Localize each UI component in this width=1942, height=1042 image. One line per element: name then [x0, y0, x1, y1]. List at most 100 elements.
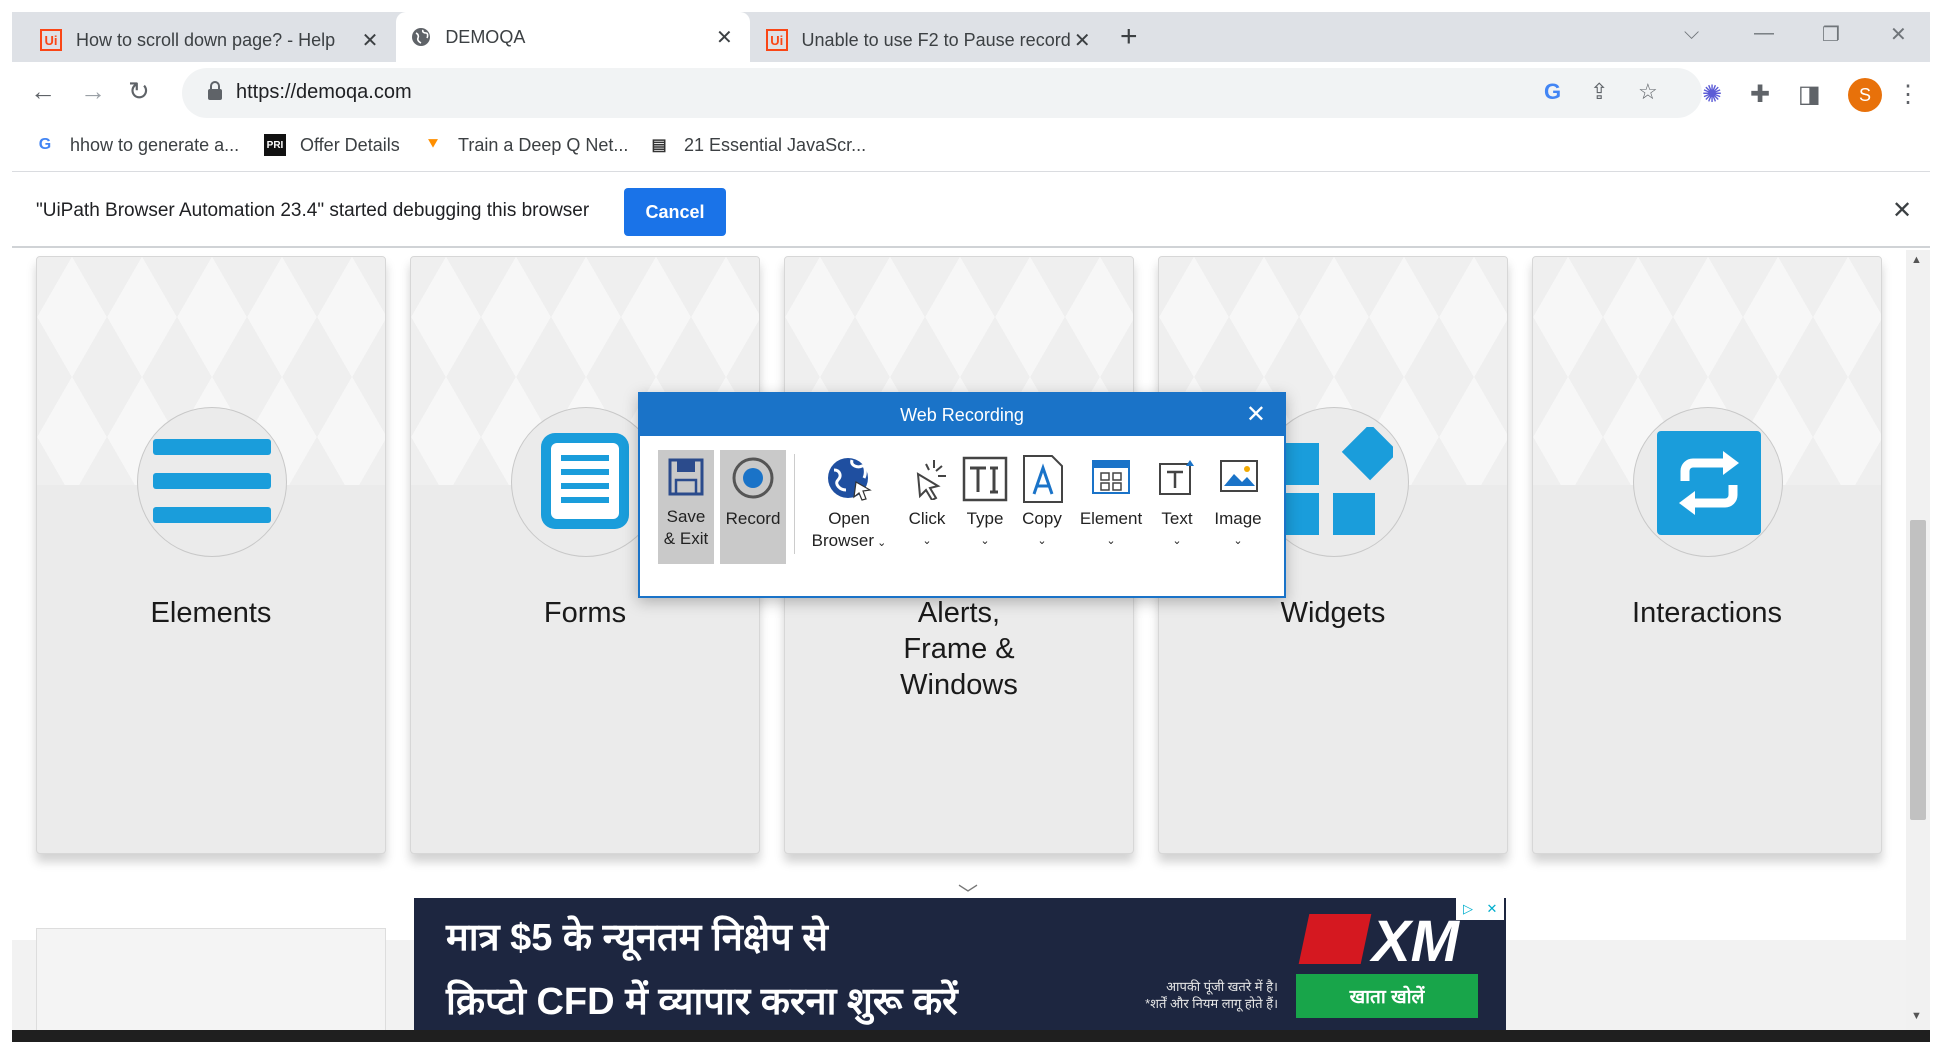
close-icon[interactable]: ✕: [358, 28, 382, 53]
button-label: Browser: [811, 531, 875, 550]
globe-cursor-icon: [828, 458, 872, 501]
button-label: Record: [725, 509, 781, 528]
save-exit-button[interactable]: Save & Exit: [658, 450, 714, 564]
dialog-title: Web Recording: [640, 394, 1284, 436]
button-label: Image: [1214, 509, 1262, 528]
caret-down-icon: ⌄: [1172, 535, 1182, 547]
ad-disclaimer-line: आपकी पूंजी खतरे में है।: [1166, 979, 1278, 994]
record-button[interactable]: Record: [720, 450, 786, 564]
ad-choices[interactable]: ▷ ✕: [1456, 898, 1504, 920]
bookmark-item[interactable]: G hhow to generate a...: [34, 134, 239, 156]
caret-down-icon: ⌄: [1037, 535, 1047, 547]
menu-kebab-icon[interactable]: ⋮: [1896, 80, 1920, 109]
close-icon[interactable]: ✕: [1071, 28, 1094, 53]
newspaper-icon: ▤: [651, 137, 667, 154]
forward-arrow-icon[interactable]: →: [80, 76, 106, 107]
uipath-favicon-icon: Ui: [766, 29, 788, 51]
tab-help[interactable]: Ui How to scroll down page? - Help ✕: [26, 18, 396, 62]
element-button[interactable]: Element ⌄: [1076, 450, 1146, 564]
ad-disclaimer: आपकी पूंजी खतरे में है। *शर्तें और नियम …: [1126, 978, 1278, 1012]
ad-close-icon[interactable]: ✕: [1480, 898, 1504, 920]
bookmark-item[interactable]: ▤ 21 Essential JavaScr...: [648, 134, 866, 156]
tab-title: Unable to use F2 to Pause record: [801, 29, 1071, 50]
new-tab-button[interactable]: +: [1120, 20, 1138, 54]
profile-avatar[interactable]: S: [1848, 78, 1882, 112]
uipath-favicon-icon: Ui: [40, 29, 62, 51]
ad-open-account-button[interactable]: खाता खोलें: [1296, 974, 1478, 1018]
page-scrollbar[interactable]: ▲ ▼: [1906, 250, 1930, 1030]
copy-button[interactable]: Copy ⌄: [1016, 450, 1068, 564]
card-interactions[interactable]: Interactions: [1532, 256, 1882, 854]
click-button[interactable]: Click ⌄: [902, 450, 952, 564]
button-label: & Exit: [663, 529, 709, 548]
click-icon: [916, 460, 946, 500]
url-text: https://demoqa.com: [236, 81, 412, 103]
image-icon: [1220, 460, 1258, 492]
tab-strip: Ui How to scroll down page? - Help ✕ DEM…: [12, 12, 1930, 62]
bookmark-star-icon[interactable]: ☆: [1638, 79, 1658, 105]
element-icon: [1092, 460, 1130, 494]
back-arrow-icon[interactable]: ←: [30, 76, 56, 107]
bookmarks-bar: G hhow to generate a... PRI Offer Detail…: [12, 124, 1930, 172]
taskbar: [12, 1030, 1930, 1042]
hamburger-icon: [153, 439, 271, 523]
restore-icon[interactable]: ❐: [1822, 22, 1840, 47]
lock-icon: [208, 81, 222, 100]
scrollbar-thumb[interactable]: [1910, 520, 1926, 820]
tab-title: DEMOQA: [445, 26, 526, 47]
minimize-icon[interactable]: —: [1754, 22, 1774, 45]
pri-icon: PRI: [264, 134, 286, 156]
record-icon: [732, 457, 774, 499]
copy-icon: [1023, 455, 1063, 503]
reload-icon[interactable]: ↻: [128, 76, 150, 107]
google-lens-icon[interactable]: G: [1544, 79, 1561, 105]
share-icon[interactable]: ⇪: [1590, 79, 1608, 105]
bookmark-item[interactable]: ⯆ Train a Deep Q Net...: [422, 134, 629, 156]
extension-icon[interactable]: ✺: [1702, 80, 1722, 109]
tab-search-icon[interactable]: ⌵: [1684, 22, 1699, 45]
type-button[interactable]: Type ⌄: [960, 450, 1010, 564]
card-elements[interactable]: Elements: [36, 256, 386, 854]
widgets-icon: [1277, 427, 1393, 535]
cancel-debugging-button[interactable]: Cancel: [624, 188, 726, 236]
card-title: Widgets: [1280, 597, 1386, 629]
card-title: Alerts, Frame & Windows: [900, 597, 1018, 701]
card-title: Forms: [543, 597, 627, 629]
card-title: Interactions: [1632, 597, 1782, 629]
bookmark-label: hhow to generate a...: [70, 134, 240, 155]
xm-logo-icon: [1298, 914, 1372, 964]
button-label: Type: [966, 509, 1004, 528]
bookmark-label: Train a Deep Q Net...: [458, 134, 629, 155]
ad-subheadline: क्रिप्टो CFD में व्यापार करना शुरू करें: [446, 981, 958, 1023]
ad-disclaimer-line: *शर्तें और नियम लागू होते हैं।: [1145, 996, 1278, 1011]
image-button[interactable]: Image ⌄: [1206, 450, 1270, 564]
close-icon[interactable]: ✕: [713, 25, 736, 50]
caret-down-icon: ⌄: [874, 537, 887, 549]
tab-demoqa[interactable]: DEMOQA ✕: [396, 12, 750, 62]
tab-f2-pause[interactable]: Ui Unable to use F2 to Pause record ✕: [752, 18, 1108, 62]
button-label: Copy: [1022, 509, 1062, 528]
address-bar[interactable]: https://demoqa.com G ⇪ ☆: [182, 68, 1702, 118]
button-label: Open: [828, 509, 870, 528]
google-icon: G: [38, 136, 52, 153]
button-label: Text: [1161, 509, 1193, 528]
ad-banner[interactable]: मात्र $5 के न्यूनतम निक्षेप से क्रिप्टो …: [414, 898, 1506, 1032]
ad-brand: XM: [1372, 909, 1459, 974]
scroll-up-icon[interactable]: ▲: [1911, 254, 1922, 266]
window-close-icon[interactable]: ✕: [1890, 22, 1907, 47]
globe-icon: [410, 26, 431, 48]
bookmark-label: Offer Details: [300, 134, 400, 155]
open-browser-button[interactable]: Open Browser ⌄: [806, 450, 892, 564]
adchoices-icon[interactable]: ▷: [1456, 898, 1480, 920]
text-icon: [1159, 460, 1194, 495]
dialog-close-icon[interactable]: ✕: [1246, 400, 1266, 429]
text-button[interactable]: Text ⌄: [1152, 450, 1202, 564]
puzzle-icon[interactable]: ✚: [1750, 80, 1770, 109]
close-infobar-icon[interactable]: ✕: [1892, 196, 1912, 225]
debugging-infobar: "UiPath Browser Automation 23.4" started…: [12, 174, 1930, 248]
scroll-down-icon[interactable]: ▼: [1911, 1010, 1922, 1022]
bookmark-item[interactable]: PRI Offer Details: [264, 134, 400, 156]
button-label: Element: [1079, 509, 1143, 528]
side-panel-icon[interactable]: ◨: [1798, 80, 1821, 109]
caret-down-icon: ⌄: [980, 535, 990, 547]
